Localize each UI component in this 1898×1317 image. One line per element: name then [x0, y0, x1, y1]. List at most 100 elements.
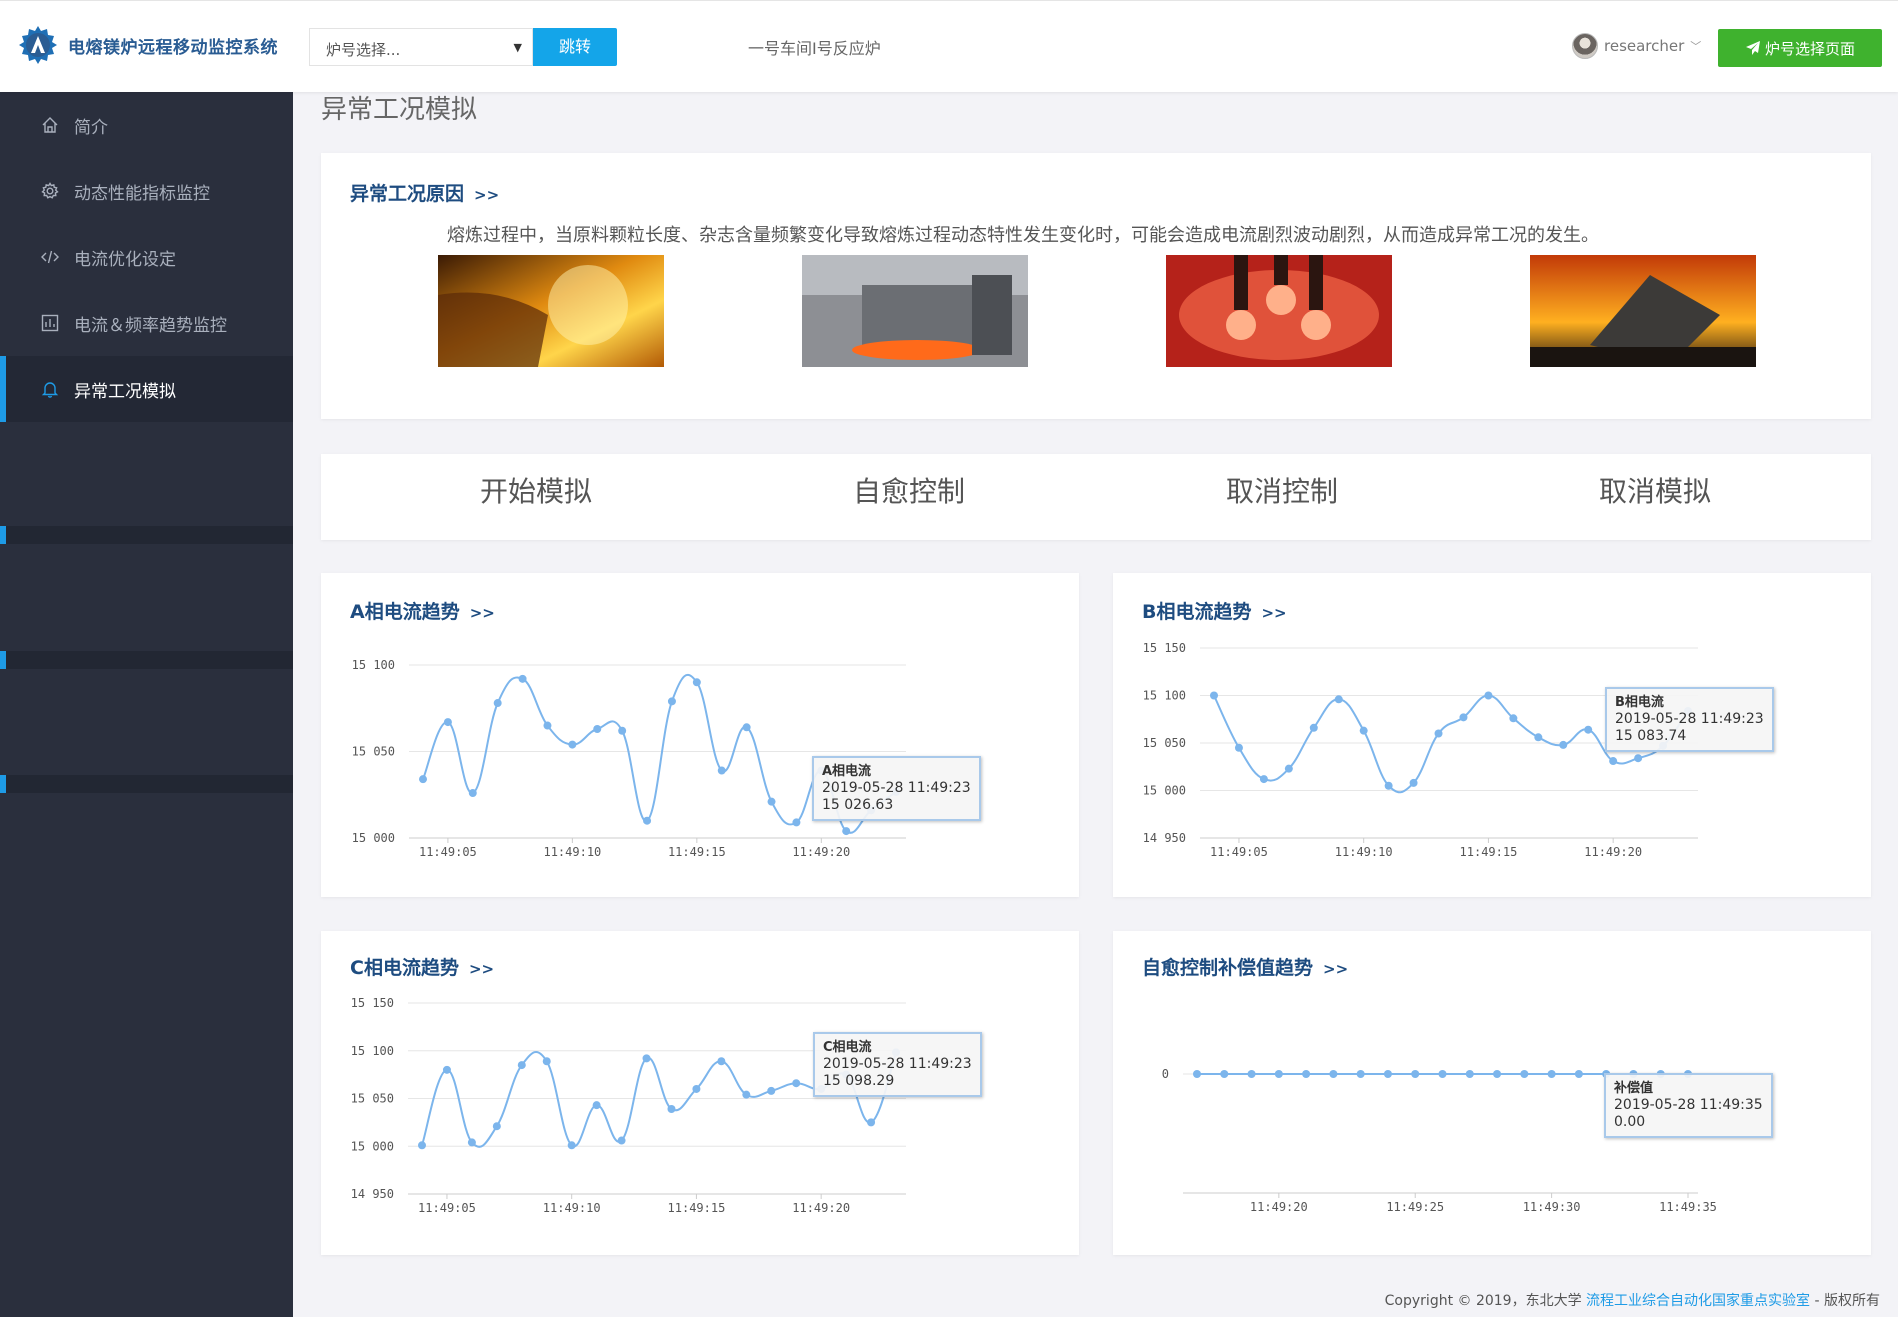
tooltip-series: 补偿值 [1614, 1081, 1654, 1096]
chart-card-b: B相电流趋势 >> 14 950 15 000 15 050 15 100 15 150 1… [1113, 573, 1871, 897]
y-tick-label: 15 000 [1143, 784, 1186, 798]
data-point [642, 1054, 651, 1063]
data-point [742, 723, 751, 732]
cancel-simulation-button[interactable]: 取消模拟 [1575, 470, 1735, 510]
tooltip-value: 15 083.74 [1615, 728, 1687, 744]
paper-plane-icon [1745, 41, 1760, 55]
data-point [592, 1101, 601, 1110]
sidebar-divider [0, 651, 293, 669]
tooltip-value: 15 026.63 [822, 797, 894, 813]
tooltip-series: C相电流 [823, 1040, 872, 1055]
sidebar-divider [0, 775, 293, 793]
data-point [442, 1065, 451, 1074]
footer: Copyright © 2019，东北大学 流程工业综合自动化国家重点实验室 -… [1385, 1290, 1880, 1310]
dropdown-caret-icon: ▼ [513, 41, 522, 54]
chart-tooltip: B相电流 2019-05-28 11:49:23 15 083.74 [1605, 687, 1774, 752]
y-tick-label: 15 100 [351, 1044, 394, 1058]
data-point [717, 1057, 726, 1066]
data-point [1210, 691, 1218, 700]
data-point [518, 674, 527, 683]
card-title[interactable]: 异常工况原因 >> [350, 179, 499, 206]
app-title: 电熔镁炉远程移动监控系统 [68, 37, 278, 58]
x-tick-label: 11:49:35 [1659, 1200, 1717, 1214]
start-simulation-button[interactable]: 开始模拟 [456, 470, 616, 510]
data-point [593, 725, 602, 734]
y-tick-label: 15 100 [352, 658, 395, 672]
data-point [1284, 764, 1293, 773]
x-tick-label: 11:49:05 [1210, 845, 1268, 859]
avatar [1572, 33, 1598, 59]
lab-link[interactable]: 流程工业综合自动化国家重点实验室 [1586, 1293, 1810, 1309]
data-point [1574, 1070, 1583, 1078]
self-heal-control-button[interactable]: 自愈控制 [829, 470, 989, 510]
sidebar-item-intro[interactable]: 简介 [0, 92, 293, 158]
data-point [1383, 1070, 1392, 1078]
data-point [767, 1086, 776, 1095]
y-tick-label: 15 150 [351, 996, 394, 1010]
data-point [617, 1136, 626, 1145]
data-point [467, 1138, 476, 1147]
data-point [1274, 1070, 1283, 1078]
data-point [792, 1079, 801, 1088]
data-point [468, 789, 477, 798]
x-tick-label: 11:49:10 [543, 845, 601, 859]
code-icon [40, 247, 60, 267]
y-tick-label: 15 050 [1143, 736, 1186, 750]
data-point [1411, 1070, 1420, 1078]
furnace-select-page-button[interactable]: 炉号选择页面 [1718, 29, 1882, 67]
data-point [1634, 754, 1643, 763]
data-point [1334, 695, 1343, 704]
tooltip-value: 15 098.29 [823, 1073, 895, 1089]
data-point [1247, 1070, 1256, 1078]
sidebar-item-label: 异常工况模拟 [74, 381, 176, 402]
data-point [1234, 743, 1243, 752]
x-tick-label: 11:49:10 [543, 1201, 601, 1215]
data-point [1493, 1070, 1502, 1078]
data-point [1220, 1070, 1229, 1078]
sidebar-item-current-optimization[interactable]: 电流优化设定 [0, 224, 293, 290]
a-phase-current-chart[interactable]: 15 000 15 050 15 100 11:49:05 11:49:10 11:49:… [321, 573, 1079, 897]
data-point [418, 1141, 426, 1150]
x-tick-label: 11:49:30 [1523, 1200, 1581, 1214]
sidebar-item-abnormal-simulation[interactable]: 异常工况模拟 [0, 356, 293, 422]
sidebar-item-trend-monitor[interactable]: 电流＆频率趋势监控 [0, 290, 293, 356]
bell-icon [40, 379, 60, 399]
chart-icon [40, 313, 60, 333]
sidebar: 简介 动态性能指标监控 电流优化设定 电流＆频率趋势监控 异常工况模拟 [0, 92, 293, 1317]
chart-card-c: C相电流趋势 >> 14 950 15 000 15 050 15 100 15 150 1… [321, 931, 1079, 1255]
data-point [792, 818, 801, 827]
cancel-control-button[interactable]: 取消控制 [1202, 470, 1362, 510]
card-title-arrow: >> [474, 186, 500, 204]
data-point [692, 1084, 701, 1093]
user-menu[interactable]: researcher ﹀ [1572, 33, 1701, 59]
data-point [618, 726, 627, 735]
tooltip-time: 2019-05-28 11:49:35 [1614, 1097, 1763, 1113]
data-point [1459, 713, 1468, 722]
data-point [1434, 729, 1443, 738]
jump-button[interactable]: 跳转 [533, 28, 617, 66]
y-tick-label: 15 000 [351, 1139, 394, 1153]
tooltip-time: 2019-05-28 11:49:23 [1615, 711, 1764, 727]
furnace-select[interactable]: 炉号选择... ▼ [309, 28, 533, 66]
brand[interactable]: 电熔镁炉远程移动监控系统 [18, 25, 278, 65]
x-tick-label: 11:49:20 [1250, 1200, 1308, 1214]
data-point [742, 1090, 751, 1099]
sidebar-item-dynamic-performance[interactable]: 动态性能指标监控 [0, 158, 293, 224]
data-point [1520, 1070, 1529, 1078]
app-logo-icon [19, 26, 57, 64]
x-tick-label: 11:49:20 [792, 1201, 850, 1215]
chart-tooltip: A相电流 2019-05-28 11:49:23 15 026.63 [812, 756, 981, 821]
data-point [1359, 726, 1368, 735]
x-tick-label: 11:49:20 [792, 845, 850, 859]
electrode-image [1166, 255, 1392, 367]
tooltip-time: 2019-05-28 11:49:23 [822, 780, 971, 796]
data-point [1309, 723, 1318, 732]
data-point [1509, 714, 1518, 723]
pouring-image [1530, 255, 1756, 367]
x-tick-label: 11:49:05 [419, 845, 477, 859]
page-button-label: 炉号选择页面 [1764, 39, 1855, 58]
sidebar-item-label: 电流优化设定 [74, 249, 176, 270]
x-tick-label: 11:49:05 [418, 1201, 476, 1215]
control-buttons-card: 开始模拟 自愈控制 取消控制 取消模拟 [321, 454, 1871, 540]
data-point [643, 816, 652, 825]
